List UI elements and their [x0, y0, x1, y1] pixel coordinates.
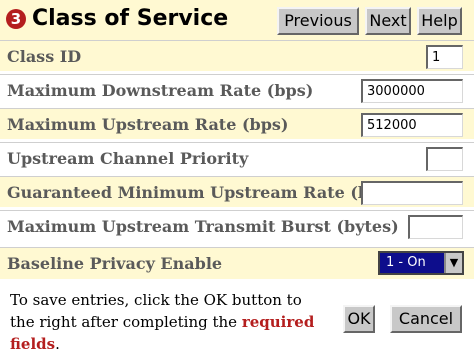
- max-upstream-input[interactable]: 512000: [361, 113, 463, 137]
- instruction-period: .: [55, 335, 60, 353]
- upstream-priority-label: Upstream Channel Priority: [7, 149, 249, 168]
- max-upstream-burst-label: Maximum Upstream Transmit Burst (bytes): [7, 217, 399, 236]
- row-max-upstream: Maximum Upstream Rate (bps) 512000: [0, 108, 474, 139]
- guaranteed-min-upstream-input[interactable]: [361, 181, 463, 205]
- ok-button[interactable]: OK: [343, 305, 375, 333]
- cancel-button[interactable]: Cancel: [390, 305, 462, 333]
- next-button[interactable]: Next: [365, 7, 411, 35]
- row-baseline-privacy: Baseline Privacy Enable 1 - On ▼: [0, 247, 474, 279]
- header-bar: 3 Class of Service Previous Next Help: [0, 0, 474, 40]
- guaranteed-min-upstream-label: Guaranteed Minimum Upstream Rate (bps): [7, 183, 397, 202]
- save-instructions: To save entries, click the OK button to …: [10, 289, 330, 355]
- row-upstream-priority: Upstream Channel Priority: [0, 142, 474, 173]
- row-guaranteed-min-upstream: Guaranteed Minimum Upstream Rate (bps): [0, 176, 474, 207]
- upstream-priority-input[interactable]: [426, 147, 463, 171]
- class-id-label: Class ID: [7, 47, 82, 66]
- row-max-downstream: Maximum Downstream Rate (bps) 3000000: [0, 74, 474, 105]
- class-id-input[interactable]: 1: [426, 45, 463, 69]
- row-class-id: Class ID 1: [0, 40, 474, 71]
- max-upstream-burst-input[interactable]: [408, 215, 463, 239]
- page-title: Class of Service: [32, 6, 229, 31]
- chevron-down-icon[interactable]: ▼: [444, 253, 462, 273]
- max-upstream-label: Maximum Upstream Rate (bps): [7, 115, 289, 134]
- baseline-privacy-select[interactable]: 1 - On ▼: [378, 251, 464, 275]
- previous-button[interactable]: Previous: [277, 7, 359, 35]
- step-number-icon: 3: [6, 9, 26, 29]
- row-max-upstream-burst: Maximum Upstream Transmit Burst (bytes): [0, 210, 474, 241]
- max-downstream-label: Maximum Downstream Rate (bps): [7, 81, 314, 100]
- help-button[interactable]: Help: [417, 7, 462, 35]
- baseline-privacy-selected-value: 1 - On: [386, 255, 426, 270]
- max-downstream-input[interactable]: 3000000: [361, 79, 463, 103]
- baseline-privacy-label: Baseline Privacy Enable: [7, 254, 223, 273]
